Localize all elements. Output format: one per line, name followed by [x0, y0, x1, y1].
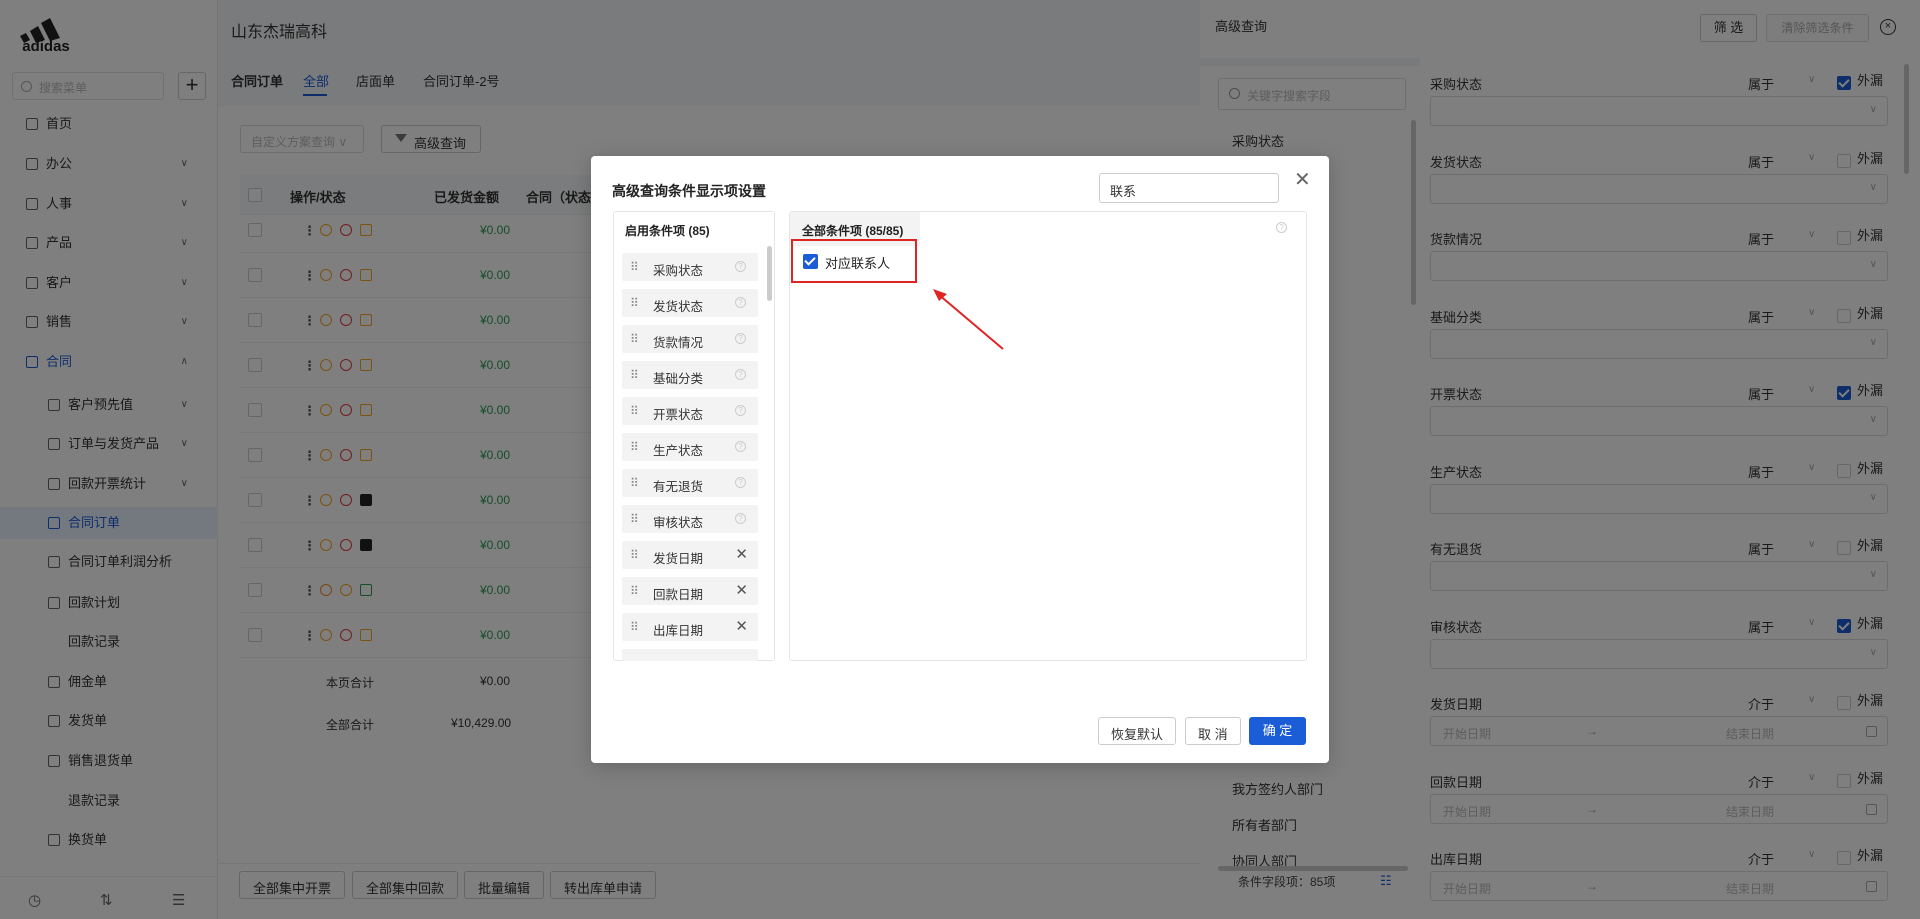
drag-handle-icon[interactable]: ⠿: [630, 620, 639, 634]
enabled-condition-item[interactable]: ⠿ 审核状态?: [622, 505, 758, 533]
help-icon: ?: [735, 261, 746, 272]
enabled-condition-item[interactable]: ⠿ 发货状态?: [622, 289, 758, 317]
drag-handle-icon[interactable]: ⠿: [630, 296, 639, 310]
drag-handle-icon[interactable]: ⠿: [630, 368, 639, 382]
drag-handle-icon[interactable]: ⠿: [630, 584, 639, 598]
enabled-condition-item[interactable]: ⠿ 基础分类?: [622, 361, 758, 389]
enabled-condition-item[interactable]: ⠿ 回款日期 ✕: [622, 577, 758, 605]
help-icon: ?: [735, 405, 746, 416]
remove-icon[interactable]: ✕: [735, 581, 748, 599]
help-icon: ?: [735, 441, 746, 452]
remove-icon[interactable]: ✕: [735, 617, 748, 635]
close-icon[interactable]: ✕: [1294, 170, 1311, 190]
modal-title: 高级查询条件显示项设置: [612, 183, 766, 199]
help-icon[interactable]: ?: [1276, 222, 1287, 233]
help-icon: ?: [735, 369, 746, 380]
drag-handle-icon[interactable]: ⠿: [630, 440, 639, 454]
scrollbar[interactable]: [767, 246, 772, 301]
enabled-condition-item[interactable]: ⠿ 有无退货?: [622, 469, 758, 497]
drag-handle-icon[interactable]: ⠿: [630, 332, 639, 346]
remove-icon[interactable]: ✕: [735, 545, 748, 563]
help-icon: ?: [735, 297, 746, 308]
enabled-conditions-header: 启用条件项 (85): [625, 224, 710, 238]
drag-handle-icon[interactable]: ⠿: [630, 260, 639, 274]
help-icon: ?: [735, 513, 746, 524]
drag-handle-icon[interactable]: ⠿: [630, 512, 639, 526]
enabled-condition-item[interactable]: ⠿ 开票状态?: [622, 397, 758, 425]
contact-person-checkbox[interactable]: [803, 254, 818, 269]
enabled-condition-item[interactable]: ⠿ 货款情况?: [622, 325, 758, 353]
contact-person-label[interactable]: 对应联系人: [825, 253, 890, 272]
enabled-condition-item[interactable]: ⠿ 生产状态?: [622, 433, 758, 461]
enabled-condition-item[interactable]: ⠿ 发货日期 ✕: [622, 541, 758, 569]
condition-search-input[interactable]: 联系: [1099, 173, 1279, 203]
help-icon: ?: [735, 477, 746, 488]
drag-handle-icon[interactable]: ⠿: [630, 404, 639, 418]
annotation-arrow: [933, 289, 1004, 350]
restore-defaults-button[interactable]: 恢复默认: [1098, 717, 1177, 745]
drag-handle-icon[interactable]: ⠿: [630, 476, 639, 490]
enabled-condition-item-partial: [622, 649, 758, 661]
help-icon: ?: [735, 333, 746, 344]
cancel-button[interactable]: 取 消: [1185, 717, 1241, 745]
confirm-button[interactable]: 确 定: [1249, 717, 1306, 745]
enabled-condition-item[interactable]: ⠿ 出库日期 ✕: [622, 613, 758, 641]
enabled-condition-item[interactable]: ⠿ 采购状态?: [622, 253, 758, 281]
drag-handle-icon[interactable]: ⠿: [630, 548, 639, 562]
